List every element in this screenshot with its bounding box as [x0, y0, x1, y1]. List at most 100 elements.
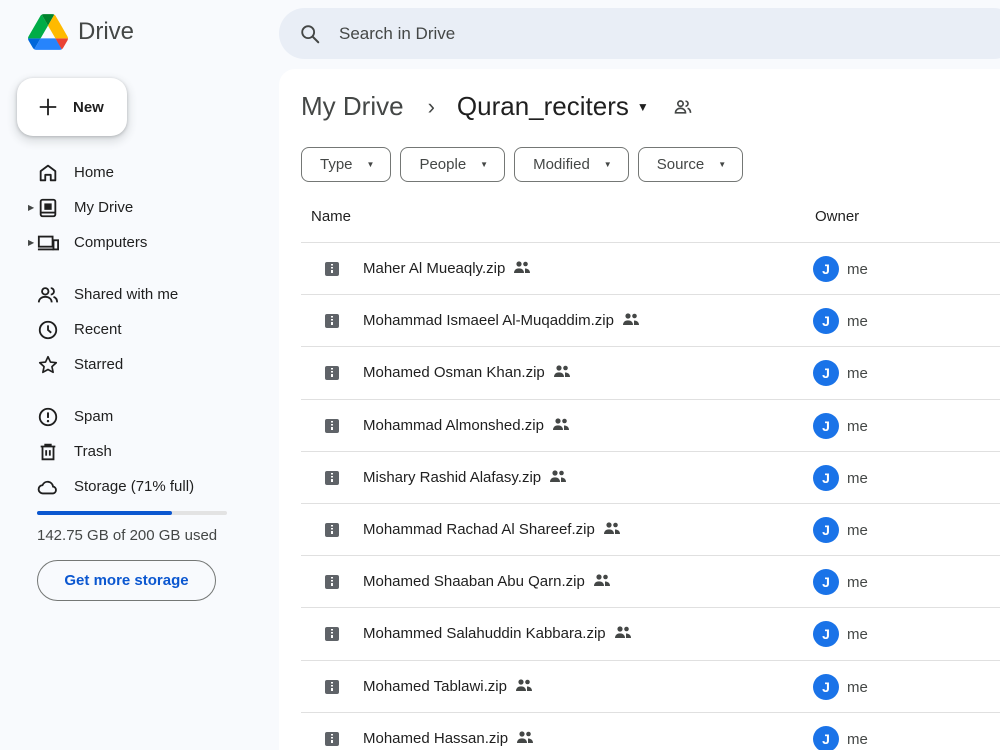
- owner-label: me: [847, 626, 868, 644]
- star-icon: [38, 355, 58, 373]
- shared-icon: [553, 365, 570, 378]
- zip-file-icon: [325, 314, 339, 329]
- search-icon[interactable]: [299, 23, 321, 45]
- owner-label: me: [847, 574, 868, 592]
- avatar: J: [813, 360, 839, 387]
- filter-type-chip[interactable]: Type ▼: [301, 147, 392, 182]
- avatar: J: [813, 308, 839, 335]
- table-row[interactable]: Mishary Rashid Alafasy.zip Jme: [301, 450, 1000, 503]
- chevron-down-icon: ▼: [603, 160, 612, 169]
- folder-menu-dropdown-icon[interactable]: ▼: [637, 100, 649, 114]
- column-header-owner[interactable]: Owner: [815, 208, 859, 225]
- table-row[interactable]: Mohamed Hassan.zip Jme: [301, 711, 1000, 750]
- shared-icon: [515, 678, 532, 691]
- table-row[interactable]: Mohamed Shaaban Abu Qarn.zip Jme: [301, 555, 1000, 607]
- file-name-text: Mohamed Osman Khan.zip: [363, 364, 545, 382]
- filter-chips: Type ▼ People ▼ Modified ▼ Source ▼: [301, 147, 752, 182]
- shared-icon: [517, 731, 534, 743]
- file-name: Mohammad Ismaeel Al-Muqaddim.zip: [363, 312, 640, 329]
- table-row[interactable]: Mohamed Tablawi.zip Jme: [301, 659, 1000, 712]
- zip-file-icon: [325, 470, 339, 485]
- expand-caret-icon[interactable]: ▶: [28, 238, 34, 247]
- file-list: Maher Al Mueaqly.zip Jme Mohammad Ismaeel …: [301, 242, 1000, 750]
- search-bar[interactable]: [279, 8, 1000, 59]
- shared-icon: [550, 470, 567, 482]
- owner-label: me: [847, 261, 868, 278]
- get-more-storage-button[interactable]: Get more storage: [37, 560, 216, 601]
- table-row[interactable]: Mohammed Salahuddin Kabbara.zip Jme: [301, 607, 1000, 659]
- sidebar-item-spam[interactable]: Spam: [0, 399, 255, 434]
- avatar: J: [813, 725, 839, 750]
- file-name-text: Mohammad Rachad Al Shareef.zip: [363, 520, 595, 538]
- table-row[interactable]: Mohammad Rachad Al Shareef.zip Jme: [301, 502, 1000, 555]
- chevron-down-icon: ▼: [366, 160, 375, 169]
- shared-with-me-icon: [37, 286, 59, 302]
- new-button[interactable]: New: [17, 78, 127, 136]
- shared-icon: [514, 261, 531, 273]
- zip-file-icon: [325, 575, 339, 590]
- owner-label: me: [847, 469, 868, 487]
- table-row[interactable]: Mohammad Almonshed.zip Jme: [301, 398, 1000, 451]
- column-header-name[interactable]: Name: [311, 208, 351, 225]
- file-name: Maher Al Mueaqly.zip: [363, 260, 531, 277]
- chip-label: Modified: [533, 156, 590, 173]
- sidebar-item-label: Trash: [74, 443, 112, 460]
- spam-icon: [38, 407, 58, 426]
- file-name: Mohamed Osman Khan.zip: [363, 364, 571, 381]
- file-name-text: Mohammad Almonshed.zip: [363, 416, 544, 434]
- file-name: Mohamed Tablawi.zip: [363, 678, 533, 695]
- zip-file-icon: [325, 366, 339, 381]
- sidebar-item-my-drive[interactable]: ▶ My Drive: [0, 190, 255, 225]
- sidebar-item-home[interactable]: Home: [0, 155, 255, 190]
- breadcrumb-current-folder[interactable]: Quran_reciters: [457, 91, 629, 122]
- clock-icon: [38, 320, 58, 339]
- storage-used-text: 142.75 GB of 200 GB used: [37, 527, 218, 544]
- shared-icon: [603, 522, 620, 534]
- filter-people-chip[interactable]: People ▼: [400, 147, 506, 182]
- file-name-text: Mohammed Salahuddin Kabbara.zip: [363, 625, 606, 643]
- filter-source-chip[interactable]: Source ▼: [637, 147, 744, 182]
- table-row[interactable]: Mohammad Ismaeel Al-Muqaddim.zip Jme: [301, 294, 1000, 346]
- chevron-down-icon: ▼: [718, 160, 727, 169]
- avatar: J: [813, 412, 839, 439]
- sidebar-item-trash[interactable]: Trash: [0, 434, 255, 469]
- table-row[interactable]: Maher Al Mueaqly.zip Jme: [301, 242, 1000, 294]
- plus-icon: [39, 98, 57, 116]
- file-name: Mohammad Almonshed.zip: [363, 417, 570, 434]
- chip-label: People: [419, 156, 467, 173]
- zip-file-icon: [325, 522, 339, 537]
- app-name: Drive: [78, 18, 135, 45]
- owner-label: me: [847, 521, 868, 539]
- zip-file-icon: [325, 262, 339, 276]
- breadcrumb-my-drive[interactable]: My Drive: [301, 91, 404, 122]
- storage-progress-fill: [37, 511, 172, 515]
- file-name: Mishary Rashid Alafasy.zip: [363, 469, 567, 486]
- breadcrumb: My Drive › Quran_reciters ▼: [301, 91, 693, 122]
- sidebar-item-computers[interactable]: ▶ Computers: [0, 225, 255, 260]
- sidebar-item-starred[interactable]: Starred: [0, 347, 255, 382]
- owner-label: me: [847, 313, 868, 331]
- chevron-down-icon: ▼: [480, 160, 489, 169]
- trash-icon: [40, 443, 56, 460]
- sidebar-item-label: Computers: [74, 234, 148, 251]
- search-input[interactable]: [339, 23, 839, 44]
- sidebar-item-shared-with-me[interactable]: Shared with me: [0, 277, 255, 312]
- table-row[interactable]: Mohamed Osman Khan.zip Jme: [301, 346, 1000, 398]
- sidebar-item-recent[interactable]: Recent: [0, 312, 255, 347]
- file-name-text: Mohamed Hassan.zip: [363, 729, 509, 747]
- zip-file-icon: [325, 627, 339, 642]
- file-name-text: Mohamed Shaaban Abu Qarn.zip: [363, 573, 585, 591]
- avatar: J: [813, 673, 839, 700]
- file-name: Mohammad Rachad Al Shareef.zip: [363, 521, 621, 538]
- expand-caret-icon[interactable]: ▶: [28, 203, 34, 212]
- drive-logo[interactable]: Drive: [28, 14, 134, 50]
- filter-modified-chip[interactable]: Modified ▼: [514, 147, 629, 182]
- sidebar-item-storage[interactable]: Storage (71% full): [0, 469, 255, 504]
- avatar: J: [813, 464, 839, 491]
- avatar: J: [813, 256, 839, 282]
- home-icon: [39, 164, 57, 181]
- zip-file-icon: [325, 679, 339, 694]
- file-name-text: Maher Al Mueaqly.zip: [363, 260, 506, 277]
- shared-icon: [552, 417, 569, 430]
- sidebar-item-label: Shared with me: [74, 286, 179, 303]
